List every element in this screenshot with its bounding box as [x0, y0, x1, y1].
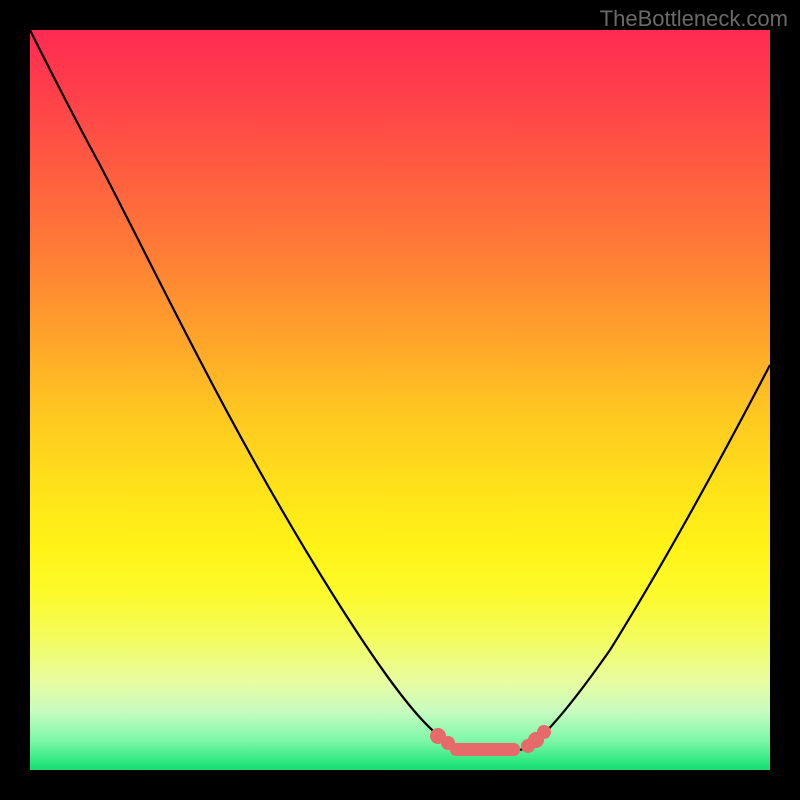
optimal-marker-band	[430, 725, 551, 756]
bottleneck-curve	[30, 30, 770, 751]
chart-overlay-svg	[30, 30, 770, 770]
chart-plot-area	[30, 30, 770, 770]
watermark-text: TheBottleneck.com	[600, 6, 788, 32]
